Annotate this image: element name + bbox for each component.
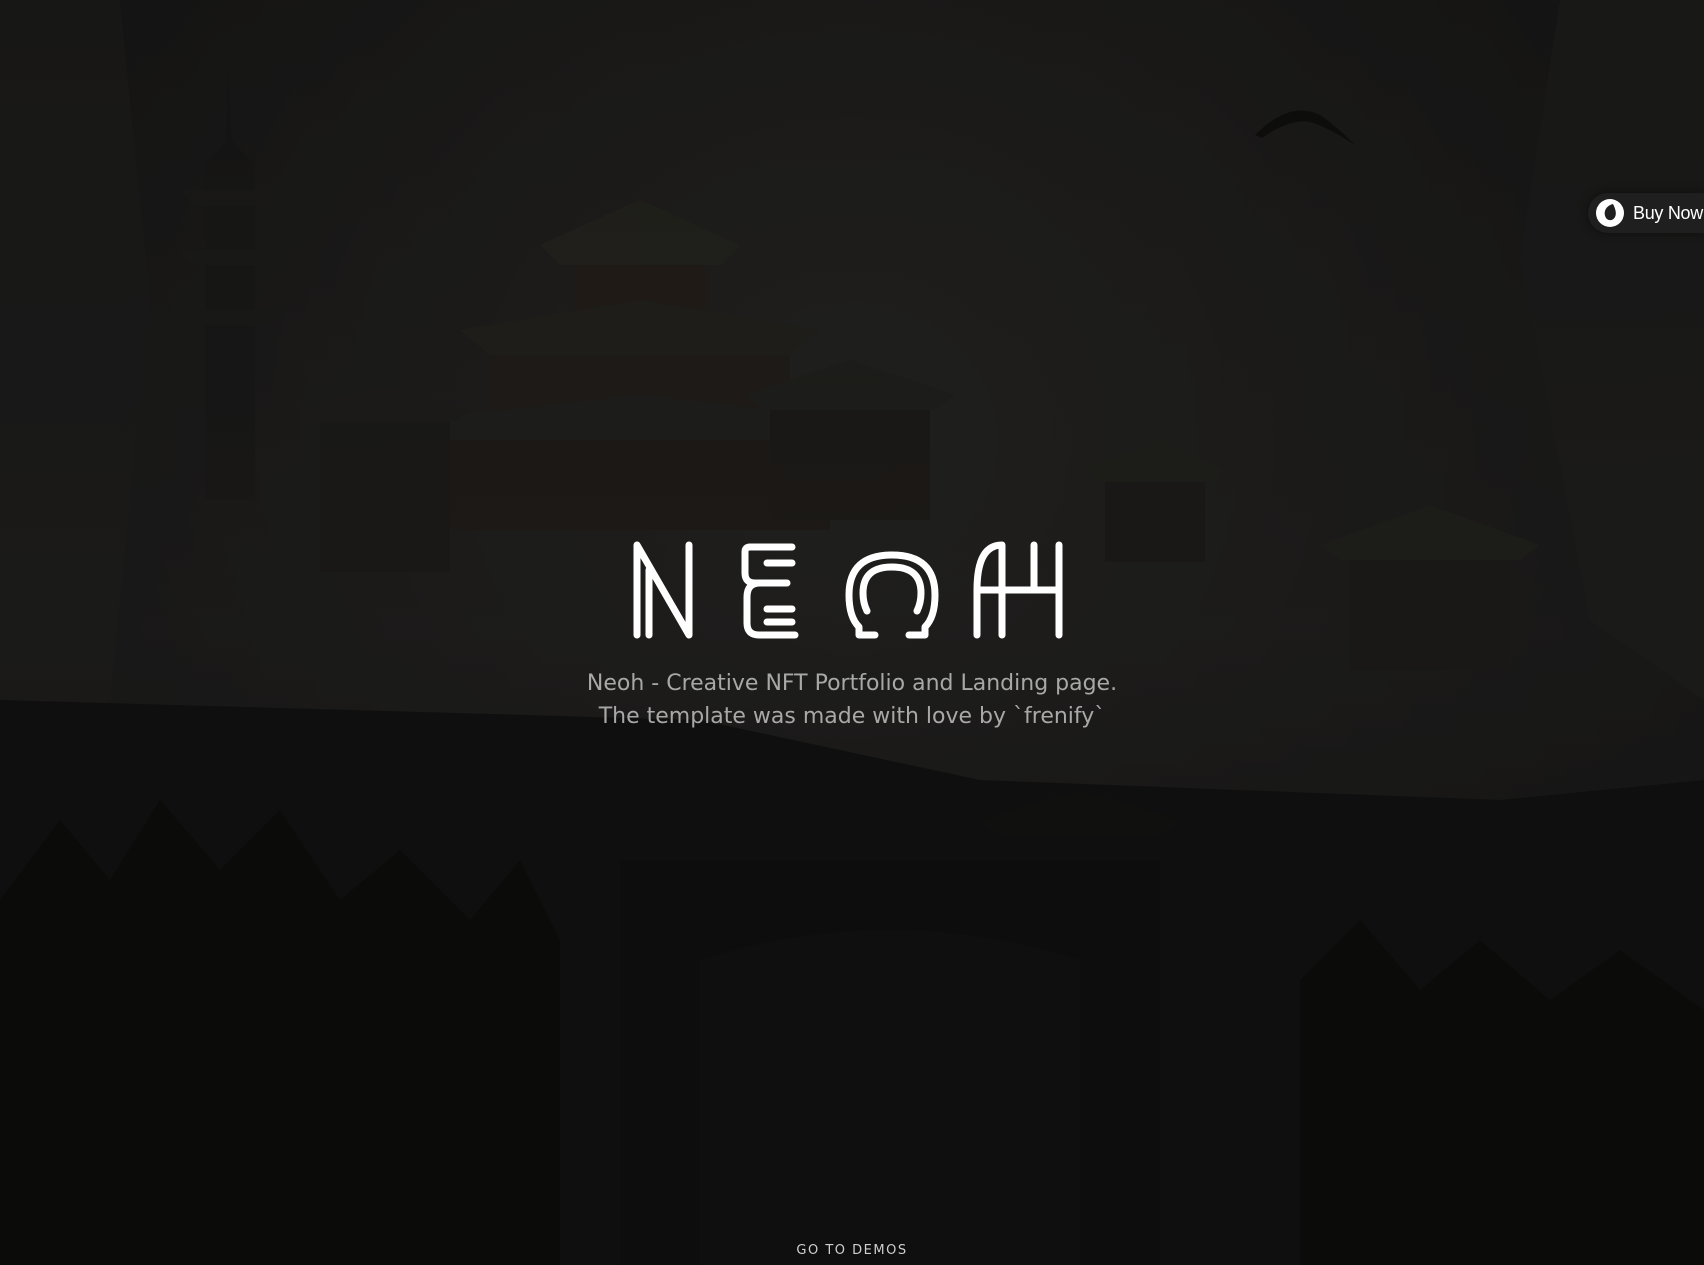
hero-section: Neoh - Creative NFT Portfolio and Landin… bbox=[0, 535, 1704, 733]
go-to-demos-link[interactable]: GO TO DEMOS bbox=[0, 1243, 1704, 1258]
landing-page: Buy Now Neoh - Creative NFT Portfolio an… bbox=[0, 0, 1704, 1265]
hero-tagline: Neoh - Creative NFT Portfolio and Landin… bbox=[0, 667, 1704, 733]
buy-now-label: Buy Now bbox=[1633, 202, 1703, 223]
neoh-logo bbox=[633, 541, 1063, 639]
tagline-line-1: Neoh - Creative NFT Portfolio and Landin… bbox=[586, 671, 1118, 696]
buy-now-button[interactable]: Buy Now bbox=[1588, 193, 1704, 233]
tagline-line-2: The template was made with love by `fren… bbox=[598, 704, 1106, 729]
envato-leaf-icon bbox=[1596, 199, 1624, 227]
